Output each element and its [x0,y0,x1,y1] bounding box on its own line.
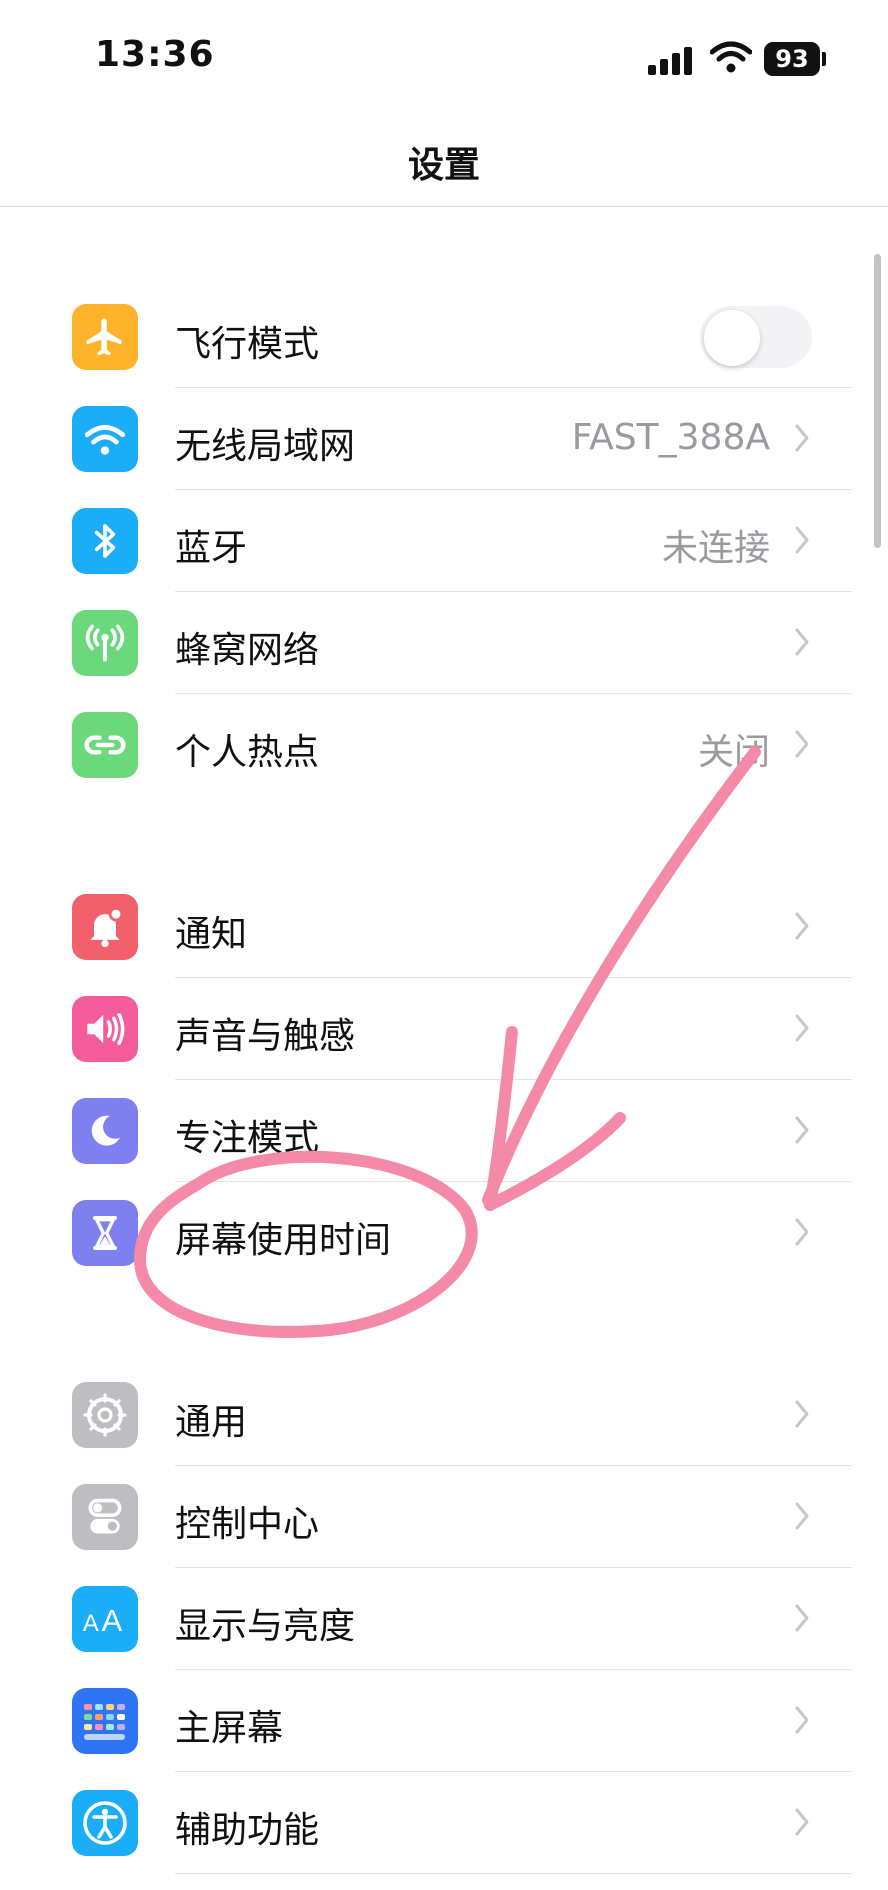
moon-icon [72,1098,138,1164]
chevron-right-icon [795,1706,809,1734]
row-label: 无线局域网 [175,426,356,467]
home-grid-icon [72,1688,138,1754]
gear-icon [72,1382,138,1448]
row-label: 蓝牙 [175,528,248,569]
chevron-right-icon [795,1808,809,1836]
row-sounds-haptics[interactable]: 声音与触感 [0,978,888,1080]
row-label: 飞行模式 [175,324,320,365]
row-value: 关闭 [697,732,770,773]
chevron-right-icon [795,730,809,758]
row-wifi[interactable]: 无线局域网 FAST_388A [0,388,888,490]
row-screen-time[interactable]: 屏幕使用时间 [0,1182,888,1284]
wifi-icon [72,406,138,472]
chevron-right-icon [795,1502,809,1530]
chevron-right-icon [795,912,809,940]
svg-text:A: A [83,1610,99,1637]
battery-indicator: 93 [764,42,820,76]
row-bluetooth[interactable]: 蓝牙 未连接 [0,490,888,592]
row-label: 专注模式 [175,1118,320,1159]
row-accessibility[interactable]: 辅助功能 [0,1772,888,1874]
row-value: 未连接 [661,528,770,569]
row-control-center[interactable]: 控制中心 [0,1466,888,1568]
chevron-right-icon [795,1400,809,1428]
airplane-mode-toggle[interactable] [700,306,812,368]
row-home-screen[interactable]: 主屏幕 [0,1670,888,1772]
page-title: 设置 [407,145,480,186]
chevron-right-icon [795,424,809,452]
row-general[interactable]: 通用 [0,1364,888,1466]
switches-icon [72,1484,138,1550]
speaker-icon [72,996,138,1062]
bluetooth-icon [72,508,138,574]
hotspot-icon [72,712,138,778]
row-label: 控制中心 [175,1504,320,1545]
accessibility-icon [72,1790,138,1856]
chevron-right-icon [795,1604,809,1632]
row-label: 声音与触感 [175,1016,356,1057]
row-notifications[interactable]: 通知 [0,876,888,978]
row-label: 辅助功能 [175,1810,320,1851]
row-label: 个人热点 [175,732,320,773]
chevron-right-icon [795,1218,809,1246]
airplane-icon [72,304,138,370]
wifi-status-icon [710,41,752,73]
bell-icon [72,894,138,960]
row-value: FAST_388A [571,417,770,458]
row-airplane-mode[interactable]: 飞行模式 [0,286,888,388]
chevron-right-icon [795,1116,809,1144]
row-label: 蜂窝网络 [175,630,320,671]
row-focus[interactable]: 专注模式 [0,1080,888,1182]
row-label: 屏幕使用时间 [175,1220,392,1261]
status-time: 13:36 [95,34,215,75]
toggle-knob [704,310,760,366]
chevron-right-icon [795,628,809,656]
row-label: 通知 [175,914,248,955]
row-label: 主屏幕 [175,1708,284,1749]
cellular-icon [72,610,138,676]
chevron-right-icon [795,1014,809,1042]
row-cellular[interactable]: 蜂窝网络 [0,592,888,694]
row-display-brightness[interactable]: AA 显示与亮度 [0,1568,888,1670]
battery-tip [822,52,826,66]
svg-text:A: A [102,1603,123,1638]
row-hotspot[interactable]: 个人热点 关闭 [0,694,888,796]
status-bar: 13:36 93 [0,0,888,110]
navigation-bar: 设置 [0,110,888,207]
row-label: 显示与亮度 [175,1606,356,1647]
chevron-right-icon [795,526,809,554]
text-size-icon: AA [72,1586,138,1652]
cellular-signal-icon [648,45,694,75]
hourglass-icon [72,1200,138,1266]
row-label: 通用 [175,1402,248,1443]
